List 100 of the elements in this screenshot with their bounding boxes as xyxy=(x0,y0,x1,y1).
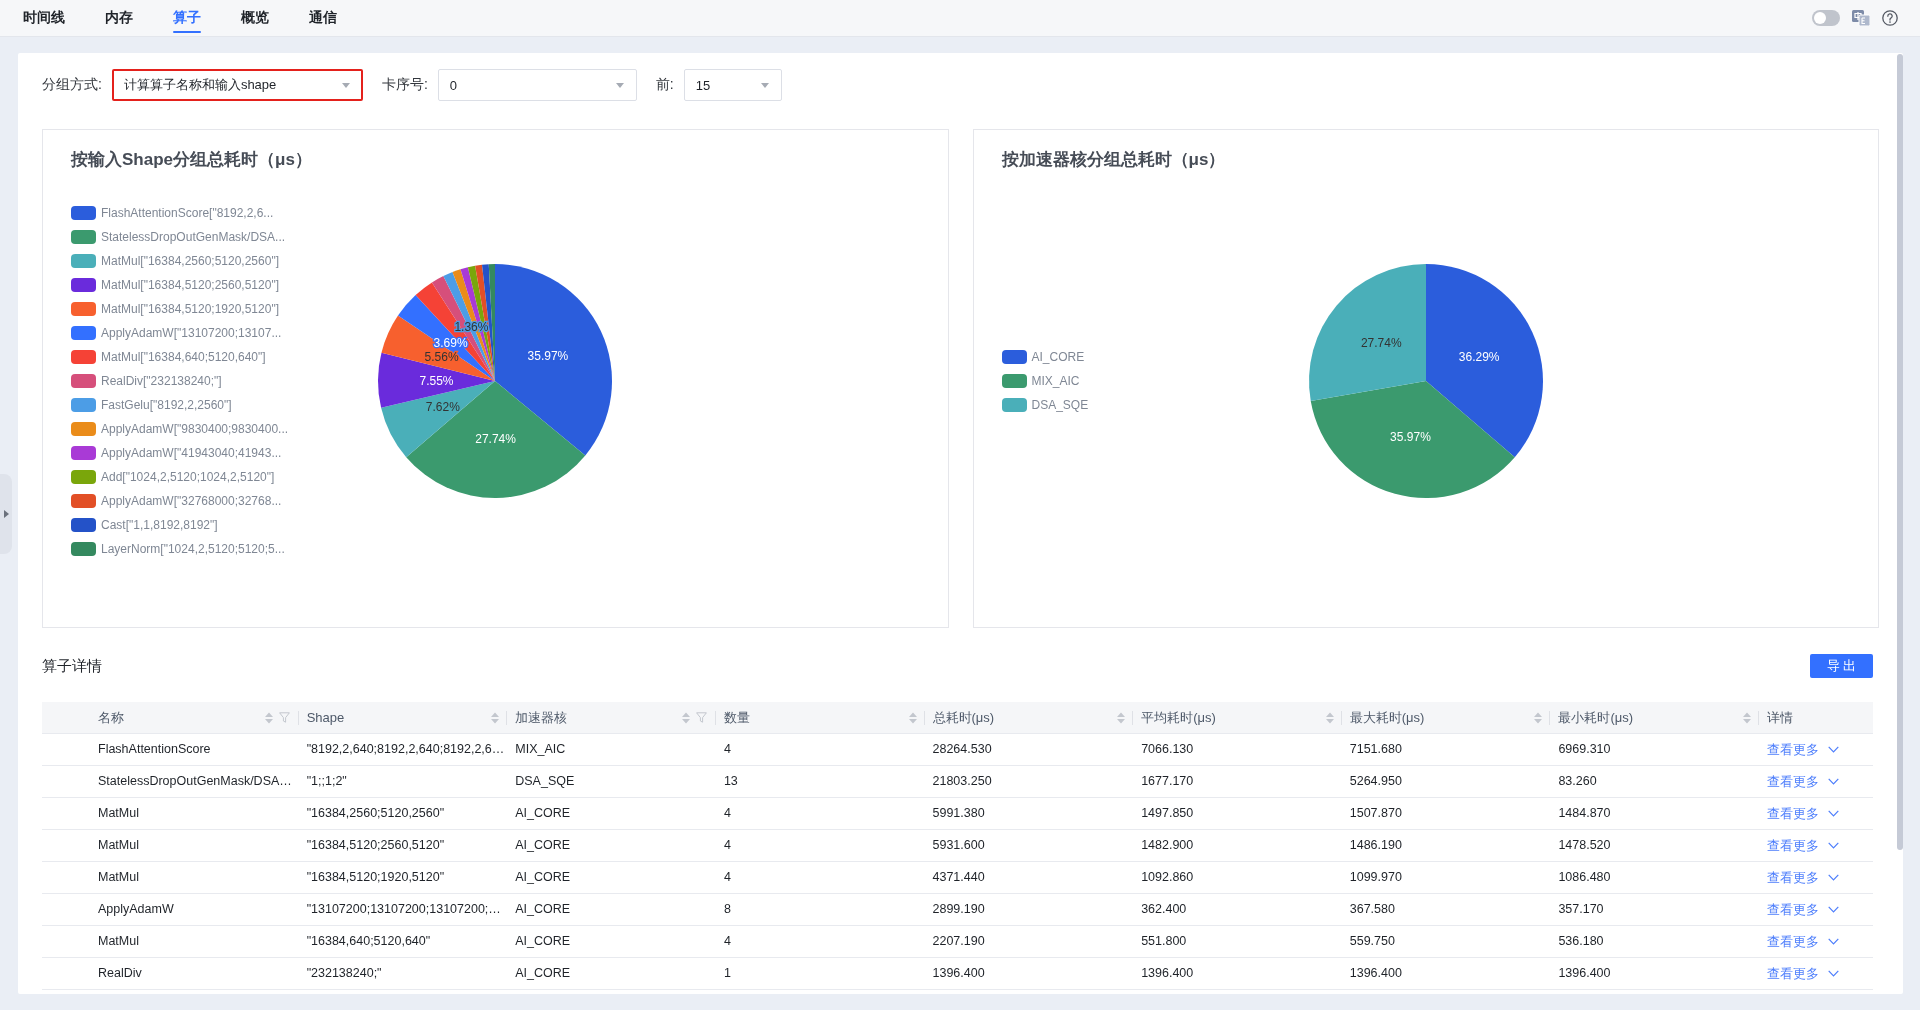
legend-item[interactable]: LayerNorm["1024,2,5120;5120;5... xyxy=(71,540,285,557)
view-more-link[interactable]: 查看更多 xyxy=(1767,772,1839,791)
sort-icon[interactable] xyxy=(1534,711,1543,724)
legend-label: Cast["1,1,8192,8192"] xyxy=(101,517,218,532)
legend-item[interactable]: Add["1024,2,5120;1024,2,5120"] xyxy=(71,468,275,485)
caret-down-icon xyxy=(615,82,624,88)
legend-item[interactable]: ApplyAdamW["13107200;13107... xyxy=(71,324,282,341)
legend-item[interactable]: FastGelu["8192,2,2560"] xyxy=(71,396,232,413)
table-cell-text: 1396.400 xyxy=(1557,965,1612,982)
legend-label: MatMul["16384,640;5120,640"] xyxy=(101,349,266,364)
legend-label: Add["1024,2,5120;1024,2,5120"] xyxy=(101,469,275,484)
table-cell-text: MatMul xyxy=(97,805,140,822)
legend-label: MIX_AIC xyxy=(1031,373,1080,388)
chevron-down-icon xyxy=(1828,906,1839,913)
legend-item[interactable]: MatMul["16384,640;5120,640"] xyxy=(71,348,266,365)
view-more-link[interactable]: 查看更多 xyxy=(1767,804,1839,823)
tab[interactable]: 算子 xyxy=(173,0,201,36)
sort-icon[interactable] xyxy=(491,711,500,724)
column-header[interactable]: 加速器核 xyxy=(507,702,716,733)
dropdown[interactable]: 15 xyxy=(683,69,782,101)
legend-item[interactable]: ApplyAdamW["32768000;32768... xyxy=(71,492,282,509)
export-button[interactable]: 导 出 xyxy=(1810,654,1873,678)
legend-item[interactable]: StatelessDropOutGenMask/DSA... xyxy=(71,228,286,245)
legend-label: MatMul["16384,5120;1920,5120"] xyxy=(101,301,279,316)
table-cell-text: 1677.170 xyxy=(1140,773,1195,790)
chart-title: 按输入Shape分组总耗时（μs） xyxy=(71,149,312,171)
table-cell-text: StatelessDropOutGenMask/DSA… xyxy=(97,773,293,790)
sort-icon[interactable] xyxy=(1325,711,1334,724)
sort-icon[interactable] xyxy=(908,711,917,724)
view-more-link[interactable]: 查看更多 xyxy=(1767,740,1839,759)
tab[interactable]: 内存 xyxy=(105,0,133,36)
sort-icon[interactable] xyxy=(264,711,273,724)
legend-item[interactable]: MatMul["16384,5120;2560,5120"] xyxy=(71,276,279,293)
view-more-link[interactable]: 查看更多 xyxy=(1767,900,1839,919)
table-cell-text: 4 xyxy=(722,741,732,758)
chevron-down-icon xyxy=(1828,810,1839,817)
legend-item[interactable]: MatMul["16384,5120;1920,5120"] xyxy=(71,300,279,317)
table-cell-text: "16384,2560;5120,2560" xyxy=(305,805,446,822)
column-header[interactable]: 总耗时(μs) xyxy=(924,702,1134,733)
dropdown[interactable]: 0 xyxy=(437,69,637,101)
column-header[interactable]: 名称 xyxy=(90,702,299,733)
table-cell-text: 7066.130 xyxy=(1140,741,1195,758)
tab[interactable]: 时间线 xyxy=(23,0,65,36)
table-cell-text: 1484.870 xyxy=(1557,805,1612,822)
view-more-link[interactable]: 查看更多 xyxy=(1767,964,1839,983)
view-more-link[interactable]: 查看更多 xyxy=(1767,836,1839,855)
table-cell-text: 1478.520 xyxy=(1557,837,1612,854)
legend-item[interactable]: DSA_SQE xyxy=(1001,396,1089,413)
filter-icon[interactable] xyxy=(278,712,290,723)
column-header[interactable]: 最大耗时(μs) xyxy=(1341,702,1551,733)
field-label: 前: xyxy=(655,76,674,94)
table-cell-text: RealDiv xyxy=(97,965,143,982)
legend-item[interactable]: RealDiv["232138240;"] xyxy=(71,372,222,389)
filter-icon[interactable] xyxy=(695,712,707,723)
scrollbar[interactable] xyxy=(1897,54,1903,850)
legend-label: AI_CORE xyxy=(1031,349,1085,364)
legend-item[interactable]: ApplyAdamW["41943040;41943... xyxy=(71,444,282,461)
column-header[interactable]: Shape xyxy=(298,702,508,733)
table-cell-text: 1482.900 xyxy=(1140,837,1195,854)
collapse-handle[interactable] xyxy=(0,474,12,554)
help-icon[interactable] xyxy=(1882,10,1898,26)
sort-icon[interactable] xyxy=(681,711,690,724)
column-header[interactable]: 数量 xyxy=(715,702,925,733)
table-cell-text: MatMul xyxy=(97,869,140,886)
legend-item[interactable]: AI_CORE xyxy=(1001,348,1085,365)
column-header[interactable]: 最小耗时(μs) xyxy=(1550,702,1759,733)
toggle-switch[interactable] xyxy=(1812,10,1840,26)
percent-label: 27.74% xyxy=(1360,335,1402,350)
dropdown[interactable]: 计算算子名称和输入shape xyxy=(111,69,363,101)
table-cell-text: 1507.870 xyxy=(1348,805,1403,822)
legend-label: LayerNorm["1024,2,5120;5120;5... xyxy=(101,541,285,556)
tab[interactable]: 概览 xyxy=(241,0,269,36)
table-cell-text: 4 xyxy=(722,805,732,822)
legend-item[interactable]: MatMul["16384,2560;5120,2560"] xyxy=(71,252,279,269)
view-more-link[interactable]: 查看更多 xyxy=(1767,868,1839,887)
legend-item[interactable]: Cast["1,1,8192,8192"] xyxy=(71,516,218,533)
legend-label: DSA_SQE xyxy=(1031,397,1089,412)
legend-item[interactable]: FlashAttentionScore["8192,2,6... xyxy=(71,204,274,221)
table-cell-text: MIX_AIC xyxy=(514,741,567,758)
table-cell-text: AI_CORE xyxy=(514,837,572,854)
table-cell-text: 4 xyxy=(722,933,732,950)
language-icon[interactable] xyxy=(1852,10,1870,26)
table-cell-text: "1;;1;2" xyxy=(305,773,348,790)
table-cell-text: "8192,2,640;8192,2,640;8192,2,6… xyxy=(305,741,506,758)
view-more-link[interactable]: 查看更多 xyxy=(1767,932,1839,951)
legend-item[interactable]: ApplyAdamW["9830400;9830400... xyxy=(71,420,289,437)
table-cell-text: AI_CORE xyxy=(514,965,572,982)
table-cell-text: 5931.600 xyxy=(931,837,986,854)
sort-icon[interactable] xyxy=(1117,711,1126,724)
column-header[interactable]: 平均耗时(μs) xyxy=(1133,702,1342,733)
chevron-down-icon xyxy=(1828,970,1839,977)
table-cell-text: 4 xyxy=(722,837,732,854)
tab[interactable]: 通信 xyxy=(309,0,337,36)
legend-item[interactable]: MIX_AIC xyxy=(1001,372,1080,389)
percent-label: 27.74% xyxy=(475,432,516,446)
table-cell-text: AI_CORE xyxy=(514,805,572,822)
table-cell-text: 1497.850 xyxy=(1140,805,1195,822)
chevron-down-icon xyxy=(1828,874,1839,881)
percent-label: 5.56% xyxy=(424,349,459,364)
sort-icon[interactable] xyxy=(1743,711,1751,724)
